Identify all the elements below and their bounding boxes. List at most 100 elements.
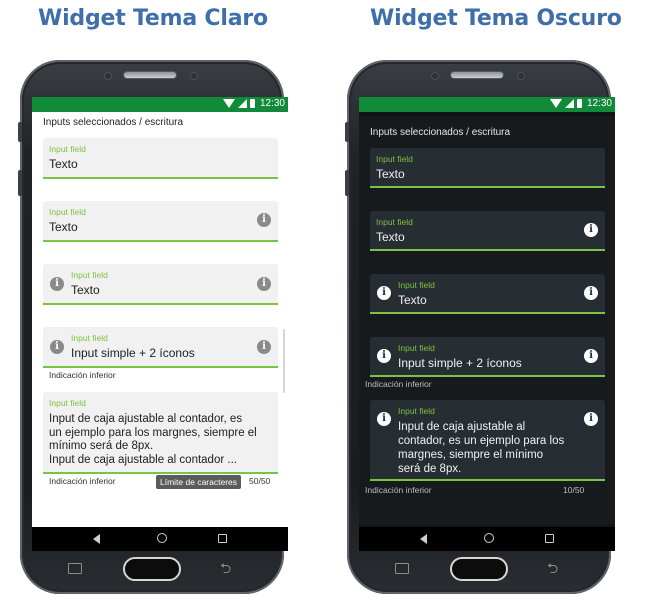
scrollbar[interactable] <box>283 329 285 393</box>
info-icon[interactable]: i <box>257 277 271 291</box>
light-content: Inputs seleccionados / escritura Input f… <box>32 112 288 527</box>
helper-text: Indicación inferior <box>49 476 116 486</box>
input-label: Input field <box>49 207 86 217</box>
navigation-bar <box>359 527 615 551</box>
input-label: Input field <box>49 398 86 408</box>
sensor-dot <box>190 72 198 80</box>
volume-button-up <box>18 122 22 142</box>
input-label: Input field <box>398 406 435 416</box>
back-icon[interactable] <box>420 534 427 544</box>
hardware-recent-icon[interactable] <box>395 563 409 574</box>
input-label: Input field <box>376 217 413 227</box>
volume-button <box>345 170 349 196</box>
status-bar: 12:30 <box>32 97 288 112</box>
input-value: Texto <box>71 283 100 297</box>
input-value: Texto <box>376 167 405 181</box>
character-counter: 10/50 <box>563 485 585 495</box>
input-label: Input field <box>376 154 413 164</box>
light-screen: 12:30 Inputs seleccionados / escritura I… <box>32 97 288 527</box>
info-icon[interactable]: i <box>257 213 271 227</box>
info-icon[interactable]: i <box>50 340 64 354</box>
status-time: 12:30 <box>259 98 285 109</box>
textarea-line: será de 8px. <box>398 463 462 475</box>
info-icon[interactable]: i <box>377 349 391 363</box>
input-label: Input field <box>398 343 435 353</box>
input-field-trailing-icon[interactable]: Input field Texto i <box>43 201 278 242</box>
battery-icon <box>249 99 255 108</box>
input-value: Texto <box>49 157 78 171</box>
dark-phone: 12:30 Inputs seleccionados / escritura I… <box>345 60 615 594</box>
signal-icon <box>564 99 574 108</box>
textarea-line: margnes, siempre el mínimo <box>398 449 544 461</box>
status-time: 12:30 <box>586 98 612 109</box>
wifi-icon <box>222 99 235 108</box>
info-icon[interactable]: i <box>584 286 598 300</box>
input-value: Texto <box>376 230 405 244</box>
textarea-line: Input de caja ajustable al contador, es <box>49 413 243 425</box>
input-value: Texto <box>398 293 427 307</box>
textarea-line: un ejemplo para los margnes, siempre el <box>49 426 257 439</box>
input-value: Input simple + 2 íconos <box>71 346 195 360</box>
input-value: Texto <box>49 220 78 234</box>
recent-apps-icon[interactable] <box>218 534 227 543</box>
input-value: Input simple + 2 íconos <box>398 356 522 370</box>
home-icon[interactable] <box>157 533 167 543</box>
helper-text: Indicación inferior <box>365 379 432 389</box>
back-icon[interactable] <box>93 534 100 544</box>
input-field-simple-two-icons[interactable]: i Input field Input simple + 2 íconos i <box>370 337 605 377</box>
hardware-home-button[interactable] <box>450 557 508 581</box>
hardware-back-icon[interactable]: ⮌ <box>547 561 558 575</box>
info-icon[interactable]: i <box>584 223 598 237</box>
recent-apps-icon[interactable] <box>545 534 554 543</box>
input-field-two-icons[interactable]: i Input field Texto i <box>370 274 605 314</box>
hardware-recent-icon[interactable] <box>68 563 82 574</box>
volume-button-up <box>345 122 349 142</box>
front-camera <box>431 72 439 80</box>
hardware-home-button[interactable] <box>123 557 181 581</box>
character-counter: 50/50 <box>249 476 271 486</box>
hardware-back-icon[interactable]: ⮌ <box>220 561 231 575</box>
dark-theme-heading: Widget Tema Oscuro <box>370 6 622 31</box>
dark-screen: 12:30 Inputs seleccionados / escritura I… <box>359 97 615 527</box>
sensor-dot <box>517 72 525 80</box>
input-label: Input field <box>71 333 108 343</box>
textarea-counter[interactable]: i Input field Input de caja ajustable al… <box>370 400 605 481</box>
info-icon[interactable]: i <box>257 340 271 354</box>
helper-text: Indicación inferior <box>365 485 432 495</box>
section-title: Inputs seleccionados / escritura <box>43 117 184 128</box>
helper-text: Indicación inferior <box>49 370 116 380</box>
input-field-two-icons[interactable]: i Input field Texto i <box>43 264 278 305</box>
light-phone: 12:30 Inputs seleccionados / escritura I… <box>18 60 288 594</box>
info-icon[interactable]: i <box>584 349 598 363</box>
section-title: Inputs seleccionados / escritura <box>370 127 511 138</box>
info-icon[interactable]: i <box>377 286 391 300</box>
textarea-line: Input de caja ajustable al contador ... <box>49 453 237 466</box>
input-field-trailing-icon[interactable]: Input field Texto i <box>370 211 605 251</box>
volume-button <box>18 170 22 196</box>
input-label: Input field <box>71 270 108 280</box>
textarea-line: Input de caja ajustable al <box>398 421 526 433</box>
home-icon[interactable] <box>484 533 494 543</box>
info-icon[interactable]: i <box>584 412 598 426</box>
battery-icon <box>576 99 582 108</box>
input-field-simple-two-icons[interactable]: i Input field Input simple + 2 íconos i <box>43 327 278 368</box>
earpiece-speaker <box>124 72 176 78</box>
status-bar: 12:30 <box>359 97 615 112</box>
input-field-text[interactable]: Input field Texto <box>370 148 605 188</box>
info-icon[interactable]: i <box>377 412 391 426</box>
input-field-text[interactable]: Input field Texto <box>43 138 278 179</box>
front-camera <box>104 72 112 80</box>
navigation-bar <box>32 527 288 551</box>
dark-content: Inputs seleccionados / escritura Input f… <box>359 116 615 525</box>
signal-icon <box>237 99 247 108</box>
input-label: Input field <box>398 280 435 290</box>
character-limit-tooltip: Límite de caracteres <box>156 475 242 489</box>
earpiece-speaker <box>451 72 503 78</box>
textarea-counter[interactable]: Input field Input de caja ajustable al c… <box>43 392 278 474</box>
info-icon[interactable]: i <box>50 277 64 291</box>
input-label: Input field <box>49 144 86 154</box>
wifi-icon <box>549 99 562 108</box>
light-theme-heading: Widget Tema Claro <box>38 6 268 31</box>
textarea-line: contador, es un ejemplo para los <box>398 435 565 447</box>
textarea-line: mínimo será de 8px. <box>49 440 154 452</box>
